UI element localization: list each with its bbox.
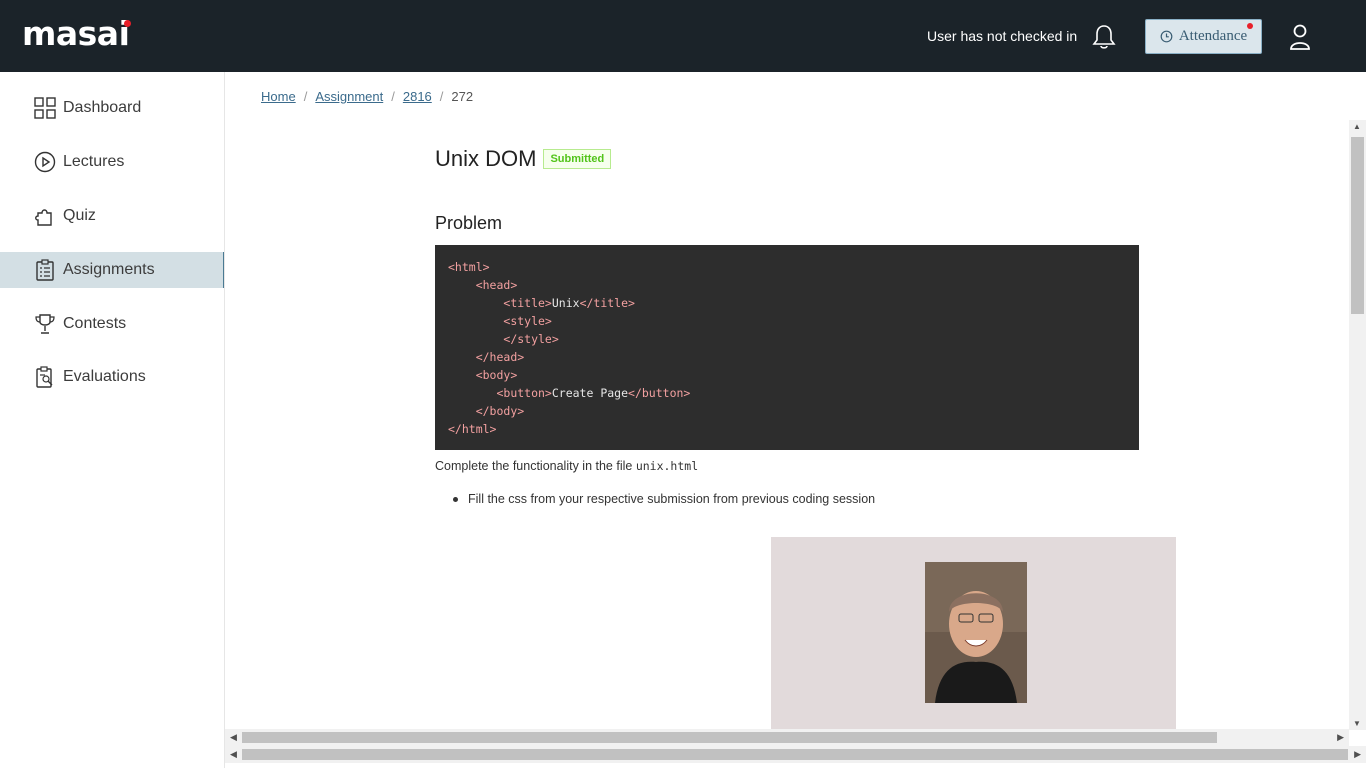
scroll-up-arrow-icon[interactable]: ▲ <box>1353 122 1361 131</box>
grid-icon <box>34 97 56 119</box>
sidebar-item-label: Dashboard <box>63 99 142 116</box>
logo-dot <box>124 20 131 27</box>
vertical-scrollbar[interactable]: ▲ ▼ <box>1349 120 1366 730</box>
breadcrumb-current: 272 <box>451 89 474 104</box>
top-bar: masai User has not checked in Attendance <box>0 0 1366 72</box>
sidebar-item-label: Contests <box>63 315 127 332</box>
sidebar-item-label: Lectures <box>63 153 125 170</box>
puzzle-icon <box>34 205 56 227</box>
code-line: <html> <box>448 260 490 274</box>
attendance-label: Attendance <box>1178 28 1248 44</box>
sidebar-item-label: Evaluations <box>63 368 146 385</box>
evaluation-icon <box>34 366 56 388</box>
bullet-text: Fill the css from your respective submis… <box>468 492 876 506</box>
code-block: <html> <head> <title>Unix</title> <style… <box>435 245 1139 450</box>
horizontal-scrollbar-outer[interactable]: ◀ ▶ <box>225 746 1366 763</box>
scrollbar-thumb[interactable] <box>242 732 1217 743</box>
sidebar-item-quiz[interactable]: Quiz <box>0 198 224 234</box>
code-line: </head> <box>475 350 525 364</box>
breadcrumb-home[interactable]: Home <box>261 89 296 104</box>
problem-heading: Problem <box>435 213 503 233</box>
description-text: Complete the functionality in the file <box>435 459 636 473</box>
scrollbar-thumb[interactable] <box>1351 137 1364 314</box>
sidebar-item-label: Assignments <box>63 261 155 278</box>
breadcrumb-separator: / <box>303 89 308 104</box>
code-line: <style> <box>503 314 552 328</box>
portrait-photo <box>925 562 1027 703</box>
code-line: </html> <box>448 422 497 436</box>
breadcrumb: Home / Assignment / 2816 / 272 <box>261 89 473 104</box>
status-badge: Submitted <box>543 149 612 169</box>
code-line: </body> <box>475 404 525 418</box>
code-line: <body> <box>475 368 518 382</box>
attendance-button[interactable]: Attendance <box>1145 19 1262 54</box>
play-circle-icon <box>34 151 56 173</box>
masai-logo[interactable]: masai <box>22 14 131 53</box>
breadcrumb-assignment[interactable]: Assignment <box>315 89 383 104</box>
breadcrumb-id1[interactable]: 2816 <box>403 89 432 104</box>
scroll-left-arrow-icon[interactable]: ◀ <box>230 749 237 760</box>
logo-text: masai <box>22 14 130 53</box>
notification-dot <box>1247 23 1253 29</box>
breadcrumb-separator: / <box>391 89 395 104</box>
sidebar-item-contests[interactable]: Contests <box>0 306 224 342</box>
bell-icon[interactable] <box>1091 23 1117 51</box>
code-line: <button>Create Page</button> <box>496 386 691 400</box>
sidebar: Dashboard Lectures Quiz Assignments Cont… <box>0 72 225 768</box>
sidebar-item-evaluations[interactable]: Evaluations <box>0 359 224 395</box>
page-title: Unix DOM <box>435 146 537 171</box>
scroll-left-arrow-icon[interactable]: ◀ <box>230 732 237 743</box>
sidebar-item-assignments[interactable]: Assignments <box>0 252 224 288</box>
preview-image <box>771 537 1176 730</box>
trophy-icon <box>34 313 56 335</box>
problem-description: Complete the functionality in the file u… <box>435 459 698 473</box>
file-name: unix.html <box>635 459 699 473</box>
scroll-down-arrow-icon[interactable]: ▼ <box>1353 719 1361 728</box>
clock-icon <box>1160 30 1173 43</box>
sidebar-item-lectures[interactable]: Lectures <box>0 144 224 180</box>
horizontal-scrollbar-inner[interactable]: ◀ ▶ <box>225 729 1349 746</box>
code-line: <head> <box>475 278 518 292</box>
list-item: Fill the css from your respective submis… <box>453 492 875 506</box>
scroll-right-arrow-icon[interactable]: ▶ <box>1337 732 1344 743</box>
user-profile-icon[interactable] <box>1288 23 1312 51</box>
bullet-dot <box>453 496 458 502</box>
main-content: Home / Assignment / 2816 / 272 Unix DOM … <box>225 72 1366 730</box>
scroll-right-arrow-icon[interactable]: ▶ <box>1354 749 1361 760</box>
clipboard-icon <box>34 259 56 281</box>
breadcrumb-separator: / <box>439 89 444 104</box>
page-title-row: Unix DOM Submitted <box>435 146 612 172</box>
checkin-status: User has not checked in <box>927 28 1078 44</box>
scrollbar-thumb[interactable] <box>242 749 1348 760</box>
sidebar-item-dashboard[interactable]: Dashboard <box>0 90 224 126</box>
code-line: <title>Unix</title> <box>503 296 635 310</box>
sidebar-item-label: Quiz <box>63 207 96 224</box>
code-line: </style> <box>503 332 559 346</box>
